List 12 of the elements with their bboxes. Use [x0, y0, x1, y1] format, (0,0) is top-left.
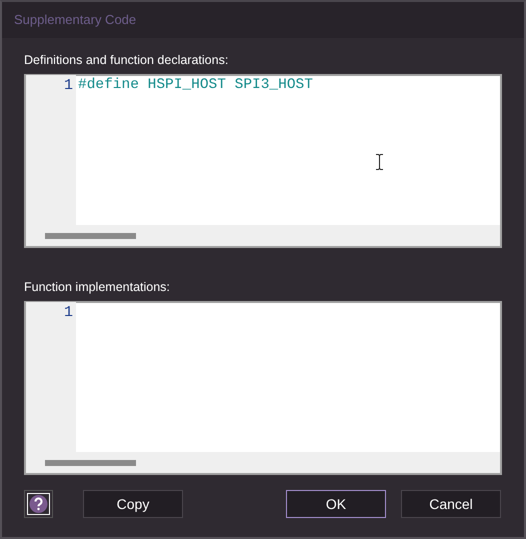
help-button[interactable] [24, 490, 53, 518]
horizontal-scrollbar[interactable] [26, 225, 500, 246]
code-editor[interactable]: 1 [24, 301, 502, 475]
field-label: Definitions and function declarations: [24, 52, 230, 68]
code-editor[interactable]: 1 #define HSPI_HOST SPI3_HOST [24, 74, 502, 248]
code-line: #define HSPI_HOST SPI3_HOST [77, 76, 313, 96]
dialog-button[interactable]: Copy [83, 490, 183, 518]
window-title: Supplementary Code [14, 11, 136, 30]
dialog-button[interactable]: Cancel [401, 490, 501, 518]
dialog-button[interactable]: OK [286, 490, 386, 518]
field-label: Function implementations: [24, 279, 171, 295]
horizontal-scrollbar[interactable] [26, 452, 500, 473]
